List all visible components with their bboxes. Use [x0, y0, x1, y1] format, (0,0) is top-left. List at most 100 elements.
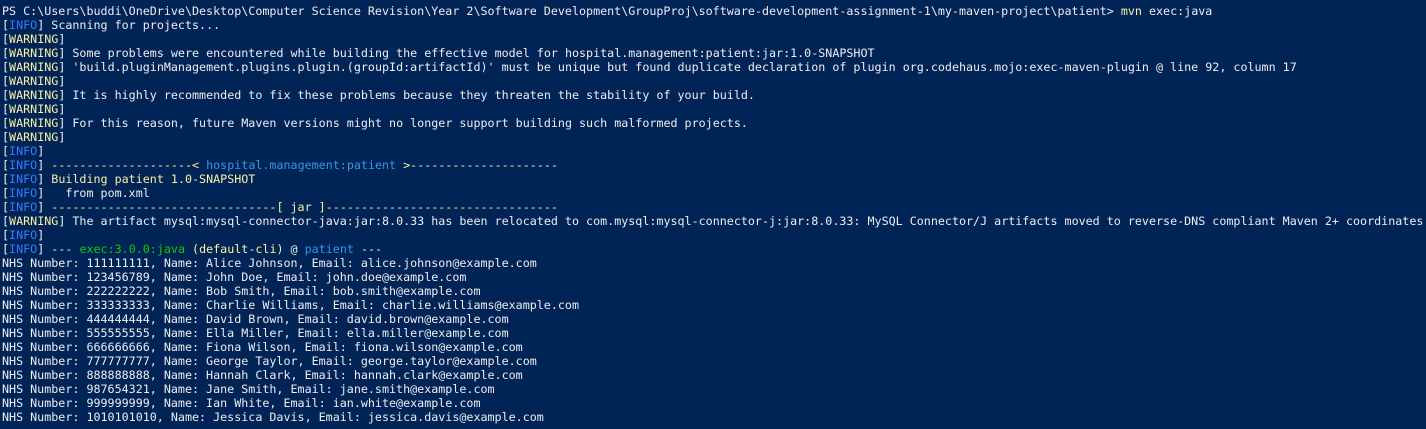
terminal-line: [WARNING] [2, 102, 1426, 116]
info-tag: INFO [9, 158, 38, 172]
terminal-line: [INFO] [2, 144, 1426, 158]
terminal-line: [INFO] --- exec:3.0.0:java (default-cli)… [2, 242, 1426, 256]
text-segment: @ [283, 242, 305, 256]
text-segment: NHS Number: 777777777, Name: George Tayl… [2, 354, 537, 368]
warning-tag: WARNING [9, 102, 59, 116]
text-segment: [ [2, 200, 10, 214]
text-segment: NHS Number: 222222222, Name: Bob Smith, … [2, 284, 481, 298]
terminal-line: NHS Number: 987654321, Name: Jane Smith,… [2, 382, 1426, 396]
text-segment: ] from pom.xml [37, 186, 150, 200]
text-segment: ] [37, 144, 45, 158]
info-tag: INFO [9, 242, 38, 256]
terminal-line: NHS Number: 111111111, Name: Alice Johns… [2, 256, 1426, 270]
text-segment: ] 'build.pluginManagement.plugins.plugin… [58, 60, 1297, 74]
info-tag: INFO [9, 200, 38, 214]
text-segment: [ [2, 18, 10, 32]
text-segment: ] Some problems were encountered while b… [58, 46, 875, 60]
text-segment: ] [58, 102, 66, 116]
terminal-line: [WARNING] [2, 32, 1426, 46]
info-tag: INFO [9, 186, 38, 200]
terminal-line: [WARNING] [2, 74, 1426, 88]
info-tag: INFO [9, 144, 38, 158]
terminal-window[interactable]: PS C:\Users\buddi\OneDrive\Desktop\Compu… [0, 0, 1426, 429]
text-segment: ] [58, 130, 66, 144]
command-text: mvn [1120, 4, 1142, 18]
text-segment: ] [58, 74, 66, 88]
text-segment: ] For this reason, future Maven versions… [58, 116, 748, 130]
warning-tag: WARNING [9, 46, 59, 60]
text-segment: NHS Number: 999999999, Name: Ian White, … [2, 396, 481, 410]
text-segment: ] It is highly recommended to fix these … [58, 88, 755, 102]
terminal-output: PS C:\Users\buddi\OneDrive\Desktop\Compu… [2, 4, 1426, 424]
text-segment: [ [2, 130, 10, 144]
text-segment: NHS Number: 111111111, Name: Alice Johns… [2, 256, 537, 270]
text-segment: NHS Number: 888888888, Name: Hannah Clar… [2, 368, 523, 382]
text-segment: (default-cli) [185, 242, 284, 256]
text-segment: [ [2, 32, 10, 46]
text-segment: [ [2, 158, 10, 172]
warning-tag: WARNING [9, 214, 59, 228]
text-segment: NHS Number: 123456789, Name: John Doe, E… [2, 270, 467, 284]
terminal-line: NHS Number: 666666666, Name: Fiona Wilso… [2, 340, 1426, 354]
terminal-line: NHS Number: 1010101010, Name: Jessica Da… [2, 410, 1426, 424]
text-segment: ] [37, 242, 52, 256]
text-segment: [ [2, 228, 10, 242]
terminal-line: NHS Number: 222222222, Name: Bob Smith, … [2, 284, 1426, 298]
terminal-line: [WARNING] For this reason, future Maven … [2, 116, 1426, 130]
terminal-line: [INFO] Building patient 1.0-SNAPSHOT [2, 172, 1426, 186]
text-segment: [ [2, 214, 10, 228]
warning-tag: WARNING [9, 116, 59, 130]
text-segment: [ [2, 116, 10, 130]
text-segment: --- [51, 242, 80, 256]
terminal-line: [WARNING] [2, 130, 1426, 144]
text-segment: [ [2, 172, 10, 186]
terminal-line: [INFO] [2, 228, 1426, 242]
text-segment: patient [304, 242, 354, 256]
info-tag: INFO [9, 172, 38, 186]
terminal-line: [WARNING] 'build.pluginManagement.plugin… [2, 60, 1426, 74]
text-segment: --------------------< [51, 158, 207, 172]
text-segment: [ [2, 186, 10, 200]
terminal-line: [WARNING] The artifact mysql:mysql-conne… [2, 214, 1426, 228]
text-segment: ] [37, 200, 52, 214]
text-segment: [ [2, 46, 10, 60]
text-segment: ] [58, 32, 66, 46]
text-segment: NHS Number: 666666666, Name: Fiona Wilso… [2, 340, 523, 354]
terminal-line: NHS Number: 888888888, Name: Hannah Clar… [2, 368, 1426, 382]
terminal-line: [INFO] --------------------< hospital.ma… [2, 158, 1426, 172]
terminal-line: NHS Number: 123456789, Name: John Doe, E… [2, 270, 1426, 284]
prompt-text: exec:java [1141, 4, 1213, 18]
text-segment: ] [37, 228, 45, 242]
text-segment: NHS Number: 333333333, Name: Charlie Wil… [2, 298, 579, 312]
text-segment: NHS Number: 987654321, Name: Jane Smith,… [2, 382, 495, 396]
info-tag: INFO [9, 18, 38, 32]
text-segment: ] The artifact mysql:mysql-connector-jav… [58, 214, 1426, 228]
text-segment: NHS Number: 1010101010, Name: Jessica Da… [2, 410, 544, 424]
text-segment: --------------------------------[ jar ]-… [51, 200, 558, 214]
text-segment: --- [353, 242, 383, 256]
text-segment: [ [2, 102, 10, 116]
text-segment: ] Scanning for projects... [37, 18, 221, 32]
warning-tag: WARNING [9, 88, 59, 102]
terminal-line: [INFO] Scanning for projects... [2, 18, 1426, 32]
text-segment: ] [37, 158, 52, 172]
warning-tag: WARNING [9, 60, 59, 74]
terminal-line: NHS Number: 999999999, Name: Ian White, … [2, 396, 1426, 410]
terminal-line: [INFO] --------------------------------[… [2, 200, 1426, 214]
text-segment: >--------------------- [396, 158, 558, 172]
text-segment: [ [2, 88, 10, 102]
terminal-line: [INFO] from pom.xml [2, 186, 1426, 200]
text-segment: ] [37, 172, 52, 186]
terminal-line: NHS Number: 555555555, Name: Ella Miller… [2, 326, 1426, 340]
terminal-line: [WARNING] It is highly recommended to fi… [2, 88, 1426, 102]
text-segment: hospital.management:patient [206, 158, 397, 172]
terminal-line: NHS Number: 444444444, Name: David Brown… [2, 312, 1426, 326]
command-prompt-line: PS C:\Users\buddi\OneDrive\Desktop\Compu… [2, 4, 1426, 18]
text-segment: [ [2, 74, 10, 88]
terminal-line: [WARNING] Some problems were encountered… [2, 46, 1426, 60]
warning-tag: WARNING [9, 130, 59, 144]
terminal-line: NHS Number: 333333333, Name: Charlie Wil… [2, 298, 1426, 312]
text-segment: [ [2, 242, 10, 256]
text-segment: [ [2, 60, 10, 74]
text-segment: [ [2, 144, 10, 158]
